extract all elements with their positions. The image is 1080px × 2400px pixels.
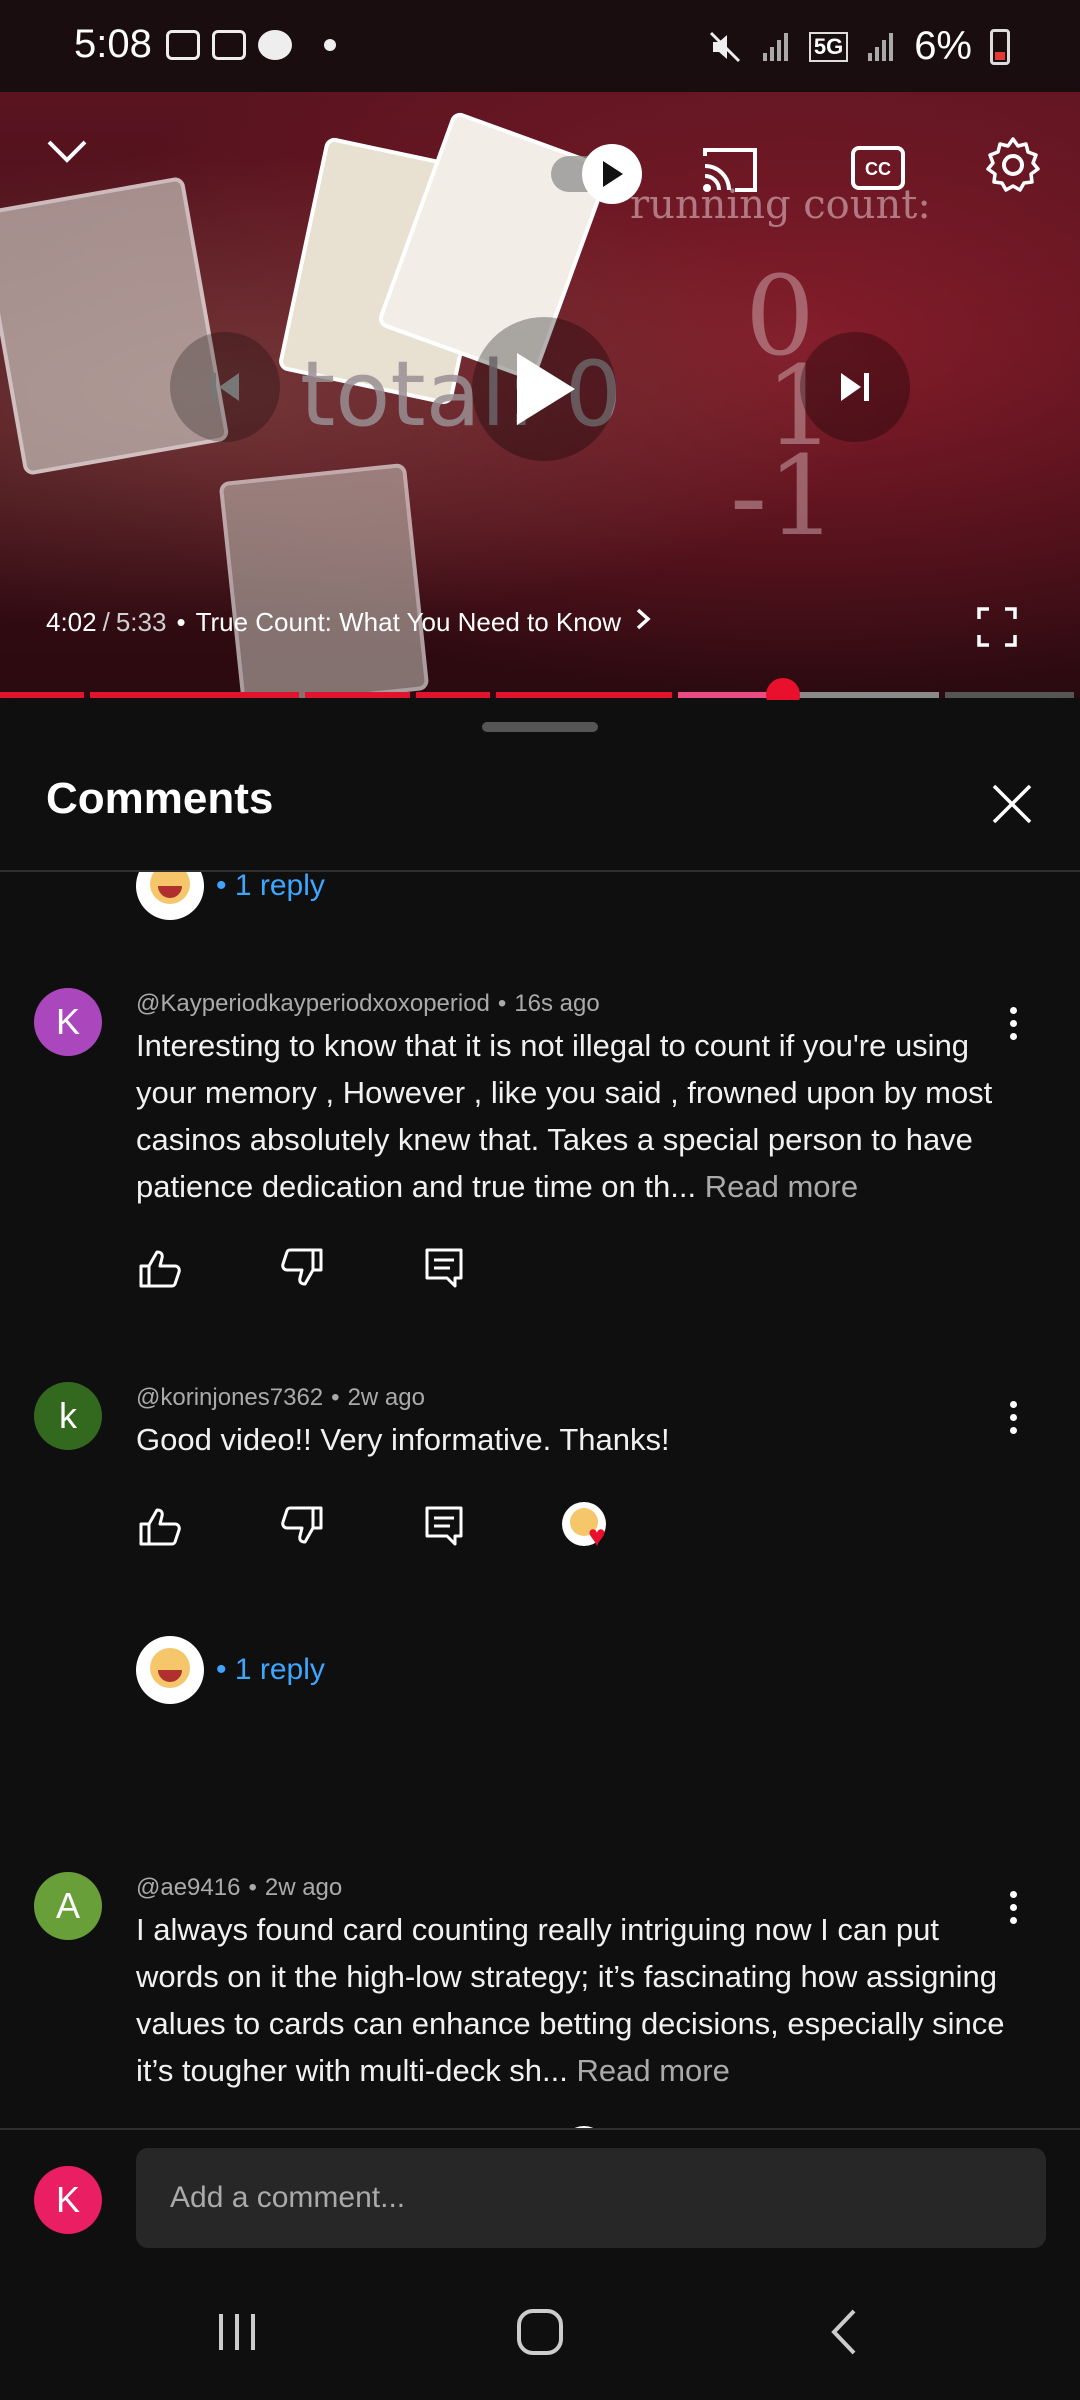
comment-time: 2w ago — [264, 1874, 343, 1901]
avatar[interactable]: k — [34, 1382, 102, 1450]
chapter-segment — [944, 692, 1074, 698]
chapter-segment — [496, 692, 672, 698]
avatar[interactable]: K — [34, 988, 102, 1056]
avatar[interactable]: A — [34, 1872, 102, 1940]
comment-text: Good video!! Very informative. Thanks! — [136, 1422, 670, 1457]
video-frame-card — [218, 462, 430, 698]
svg-text:CC: CC — [865, 159, 891, 179]
comment-meta: @Kayperiodkayperiodxoxoperiod • 16s ago — [136, 990, 600, 1017]
video-progress-bar[interactable] — [0, 692, 1080, 698]
time-bullet: • — [176, 607, 186, 637]
chapter-segment — [779, 692, 939, 698]
mute-icon — [709, 31, 740, 62]
comment-time: 16s ago — [514, 990, 600, 1017]
reply-count: • 1 reply — [216, 1653, 325, 1686]
skip-next-icon[interactable] — [800, 332, 910, 442]
video-overlay-number: -1 — [730, 432, 838, 560]
comments-sheet: Comments • 1 reply K @Kayperiodkayperiod… — [0, 700, 1080, 2130]
comment-actions: ♥ — [136, 1502, 610, 1553]
fullscreen-icon[interactable] — [972, 602, 1022, 652]
voicemail-2-icon — [212, 30, 246, 60]
comment-list[interactable]: • 1 reply K @Kayperiodkayperiodxoxoperio… — [0, 872, 1080, 2130]
video-player[interactable]: total: 0 running count: 0 1 -1 CC 4:02 /… — [0, 92, 1080, 698]
total-time: 5:33 — [115, 607, 167, 637]
system-navigation-bar — [0, 2268, 1080, 2400]
notification-icons — [166, 30, 336, 60]
comment-time: 2w ago — [347, 1384, 425, 1411]
comment-body[interactable]: I always found card counting really intr… — [136, 1906, 1016, 2094]
comment-text: I always found card counting really intr… — [136, 1912, 1005, 2088]
cast-icon[interactable] — [700, 140, 760, 200]
user-avatar: K — [34, 2166, 102, 2234]
chapter-segment — [89, 692, 299, 698]
creator-heart-icon: ♥ — [562, 1502, 610, 1553]
comment-author[interactable]: @korinjones7362 — [136, 1384, 323, 1411]
kebab-menu-icon[interactable] — [998, 1882, 1028, 1932]
status-bar: 5:08 5G 6% — [0, 0, 1080, 92]
comment-meta: @korinjones7362 • 2w ago — [136, 1384, 425, 1411]
comment-meta: @ae9416 • 2w ago — [136, 1874, 343, 1901]
current-time: 4:02 — [46, 607, 97, 637]
chapter-segment — [416, 692, 491, 698]
chat-icon — [258, 30, 292, 60]
comments-title: Comments — [46, 774, 274, 823]
comment-author[interactable]: @ae9416 — [136, 1874, 240, 1901]
more-notifications-dot-icon — [324, 39, 336, 51]
creator-avatar — [136, 1636, 204, 1704]
close-icon[interactable] — [984, 776, 1040, 832]
settings-gear-icon[interactable] — [980, 132, 1046, 198]
recent-apps-icon[interactable] — [202, 2302, 272, 2362]
reply-icon[interactable] — [420, 1244, 468, 1292]
home-icon[interactable] — [505, 2302, 575, 2362]
comment-actions — [136, 1244, 562, 1292]
thumbs-up-icon[interactable] — [136, 1244, 184, 1292]
kebab-menu-icon[interactable] — [998, 1392, 1028, 1442]
view-replies-button[interactable]: • 1 reply — [136, 1636, 325, 1704]
chapter-title[interactable]: True Count: What You Need to Know — [196, 607, 621, 638]
chevron-right-icon[interactable] — [635, 607, 651, 638]
thumbs-down-icon[interactable] — [278, 1244, 326, 1292]
back-icon[interactable] — [808, 2302, 878, 2362]
video-time-row: 4:02 / 5:33 • True Count: What You Need … — [46, 607, 651, 638]
autoplay-play-icon — [582, 144, 642, 204]
thumbs-down-icon[interactable] — [278, 1502, 326, 1550]
comment-body[interactable]: Interesting to know that it is not illeg… — [136, 1022, 1016, 1210]
battery-icon — [990, 28, 1010, 65]
comment-text: Interesting to know that it is not illeg… — [136, 1028, 993, 1204]
reply-count: • 1 reply — [216, 872, 325, 902]
kebab-menu-icon[interactable] — [998, 998, 1028, 1048]
time-separator: / — [102, 607, 110, 637]
signal-icon — [762, 32, 788, 61]
chapter-segment — [0, 692, 84, 698]
comment-author[interactable]: @Kayperiodkayperiodxoxoperiod — [136, 990, 490, 1017]
chapter-segment — [677, 692, 774, 698]
minimize-chevron-down-icon[interactable] — [42, 132, 92, 172]
read-more-link[interactable]: Read more — [705, 1169, 858, 1204]
thumbs-up-icon[interactable] — [136, 1502, 184, 1550]
comment-body[interactable]: Good video!! Very informative. Thanks! — [136, 1416, 1016, 1463]
add-comment-input[interactable]: Add a comment... — [136, 2148, 1046, 2248]
reply-icon[interactable] — [420, 1502, 468, 1550]
voicemail-icon — [166, 30, 200, 60]
view-replies-button[interactable]: • 1 reply — [136, 872, 325, 920]
skip-previous-icon[interactable] — [170, 332, 280, 442]
play-icon[interactable] — [472, 317, 616, 461]
signal-2-icon — [868, 32, 894, 61]
cc-icon[interactable]: CC — [848, 138, 908, 198]
battery-percent: 6% — [914, 24, 972, 68]
system-icons: 5G 6% — [709, 24, 1010, 69]
read-more-link[interactable]: Read more — [577, 2053, 730, 2088]
status-time: 5:08 — [74, 22, 152, 66]
heart-icon: ♥ — [588, 1520, 606, 1553]
drag-handle[interactable] — [482, 722, 598, 732]
chapter-segment — [304, 692, 411, 698]
comments-header: Comments — [0, 740, 1080, 872]
comment-composer: K Add a comment... — [0, 2128, 1080, 2270]
creator-avatar — [136, 872, 204, 920]
network-5g-icon: 5G — [808, 31, 849, 62]
autoplay-toggle[interactable] — [540, 144, 642, 204]
